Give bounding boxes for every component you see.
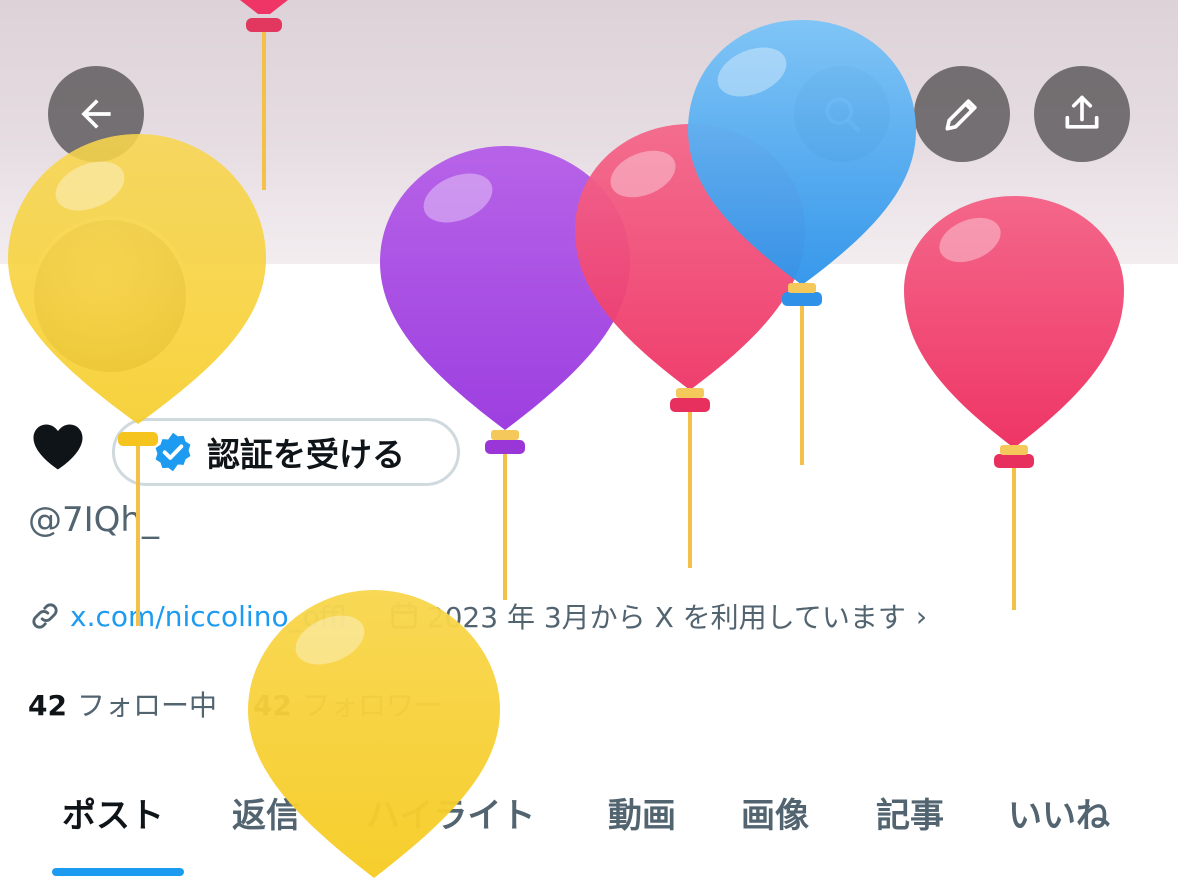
tab-likes[interactable]: いいね <box>1008 788 1110 837</box>
followers-count: 42 <box>252 689 292 722</box>
search-icon <box>825 97 861 133</box>
calendar-icon <box>391 601 417 629</box>
share-icon <box>1065 95 1099 129</box>
join-date[interactable]: 2023 年 3月から X を利用しています <box>427 596 906 636</box>
heart-icon <box>33 424 83 470</box>
verified-badge-icon <box>155 432 191 472</box>
link-icon <box>32 603 58 629</box>
avatar[interactable] <box>30 216 190 376</box>
active-tab-indicator <box>52 868 184 876</box>
tab-articles[interactable]: 記事 <box>876 788 944 837</box>
profile-info-row: x.com/niccolino_offl 2023 年 3月から X を利用して… <box>28 596 927 636</box>
edit-button[interactable] <box>914 66 1010 162</box>
get-verified-button[interactable]: 認証を受ける <box>112 418 460 486</box>
share-button[interactable] <box>1034 66 1130 162</box>
tab-replies[interactable]: 返信 <box>232 788 300 837</box>
username-handle: @7IQh_ <box>28 500 159 540</box>
following-link[interactable]: 42 フォロー中 <box>28 684 217 724</box>
tab-posts[interactable]: ポスト <box>62 788 164 837</box>
tab-photos[interactable]: 画像 <box>741 788 809 837</box>
profile-link[interactable]: x.com/niccolino_offl <box>70 600 347 633</box>
profile-tabs: ポスト 返信 ハイライト 動画 画像 記事 いいね <box>0 780 1178 840</box>
following-label: フォロー中 <box>76 689 217 722</box>
arrow-left-icon <box>81 99 111 129</box>
followers-link[interactable]: 42 フォロワー <box>253 684 442 724</box>
followers-label: フォロワー <box>301 689 442 722</box>
chevron-right-icon: › <box>915 599 928 633</box>
search-button[interactable] <box>794 66 890 162</box>
get-verified-label: 認証を受ける <box>207 435 405 474</box>
back-button[interactable] <box>48 66 144 162</box>
tab-highlights[interactable]: ハイライト <box>366 788 535 837</box>
tab-videos[interactable]: 動画 <box>608 788 676 837</box>
following-count: 42 <box>28 689 67 722</box>
follow-stats: 42 フォロー中 42 フォロワー <box>28 684 442 724</box>
pencil-icon <box>945 99 977 131</box>
